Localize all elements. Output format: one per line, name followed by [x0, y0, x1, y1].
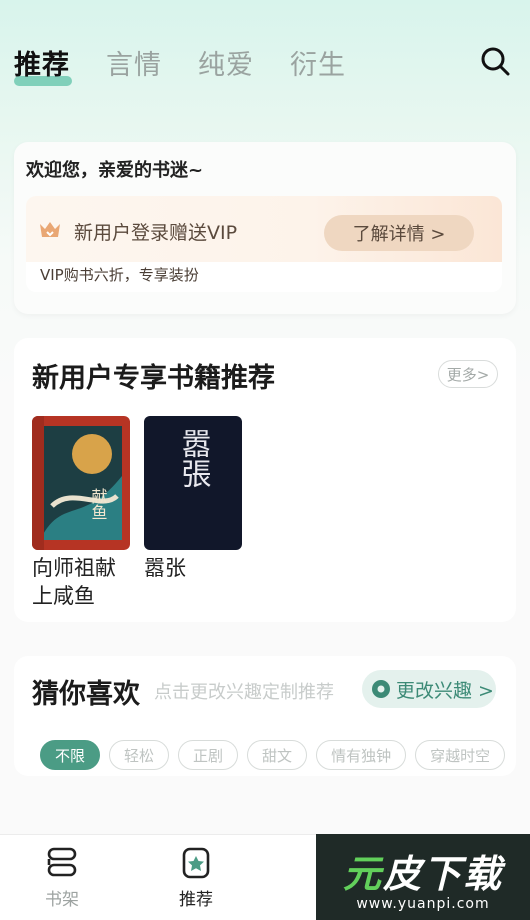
cover-text: 嚣張 — [176, 428, 211, 488]
recommend-icon — [182, 847, 210, 879]
tab-derivative[interactable]: 衍生 — [290, 43, 346, 82]
more-button[interactable]: 更多> — [438, 360, 498, 388]
new-user-books-card: 新用户专享书籍推荐 更多> 献鱼 向师祖献上咸鱼 嚣張 嚣张 — [14, 338, 516, 622]
tab-romance[interactable]: 言情 — [106, 43, 162, 82]
nav-bookshelf[interactable]: 书架 — [32, 845, 92, 910]
welcome-title: 欢迎您，亲爱的书迷~ — [26, 160, 204, 181]
chip-devoted[interactable]: 情有独钟 — [316, 740, 407, 770]
book-cover[interactable]: 嚣張 — [144, 416, 242, 550]
book-title: 嚣张 — [144, 556, 186, 580]
section-title: 猜你喜欢 — [32, 679, 140, 710]
nav-label: 推荐 — [179, 890, 213, 910]
cover-text: 献鱼 — [89, 488, 108, 520]
watermark-title: 元皮下载 — [342, 851, 504, 896]
vip-benefit-text: VIP购书六折，专享装扮 — [40, 266, 199, 284]
change-interest-label: 更改兴趣 > — [396, 679, 494, 702]
chip-unlimited[interactable]: 不限 — [40, 740, 101, 770]
guess-hint: 点击更改兴趣定制推荐 — [154, 682, 334, 703]
vip-promo-text: 新用户登录赠送VIP — [74, 222, 238, 244]
watermark: 元皮下载 www.yuanpi.com — [316, 834, 530, 920]
guess-you-like-card: 点击更改兴趣定制推荐 猜你喜欢 更改兴趣 > 不限 轻松 正剧 甜文 情有独钟 … — [14, 656, 516, 776]
chip-sweet[interactable]: 甜文 — [247, 740, 308, 770]
book-item[interactable]: 献鱼 向师祖献上咸鱼 — [32, 416, 130, 610]
top-tab-bar: 推荐 言情 纯爱 衍生 — [14, 40, 512, 86]
nav-recommend[interactable]: 推荐 — [166, 845, 226, 910]
chip-time-travel[interactable]: 穿越时空 — [415, 740, 506, 770]
tag-icon — [372, 680, 390, 698]
tab-recommend[interactable]: 推荐 — [14, 43, 72, 86]
interest-chips: 不限 轻松 正剧 甜文 情有独钟 穿越时空 — [40, 740, 528, 770]
watermark-url: www.yuanpi.com — [356, 895, 490, 912]
search-icon[interactable] — [478, 44, 512, 78]
change-interest-button[interactable]: 更改兴趣 > — [362, 670, 496, 708]
welcome-card: 欢迎您，亲爱的书迷~ 新用户登录赠送VIP 了解详情 > VIP购书六折，专享装… — [14, 142, 516, 314]
tab-danmei[interactable]: 纯爱 — [198, 43, 254, 82]
section-title: 新用户专享书籍推荐 — [32, 363, 275, 394]
crown-icon — [40, 222, 60, 237]
vip-details-button[interactable]: 了解详情 > — [324, 215, 474, 251]
book-item[interactable]: 嚣張 嚣张 — [144, 416, 242, 582]
vip-promo[interactable]: 新用户登录赠送VIP 了解详情 > VIP购书六折，专享装扮 — [26, 196, 502, 292]
bookshelf-icon — [47, 847, 77, 877]
chip-serious[interactable]: 正剧 — [178, 740, 239, 770]
book-title: 向师祖献上咸鱼 — [32, 556, 116, 608]
nav-label: 书架 — [45, 890, 79, 910]
chip-relaxed[interactable]: 轻松 — [109, 740, 170, 770]
book-cover[interactable]: 献鱼 — [32, 416, 130, 550]
